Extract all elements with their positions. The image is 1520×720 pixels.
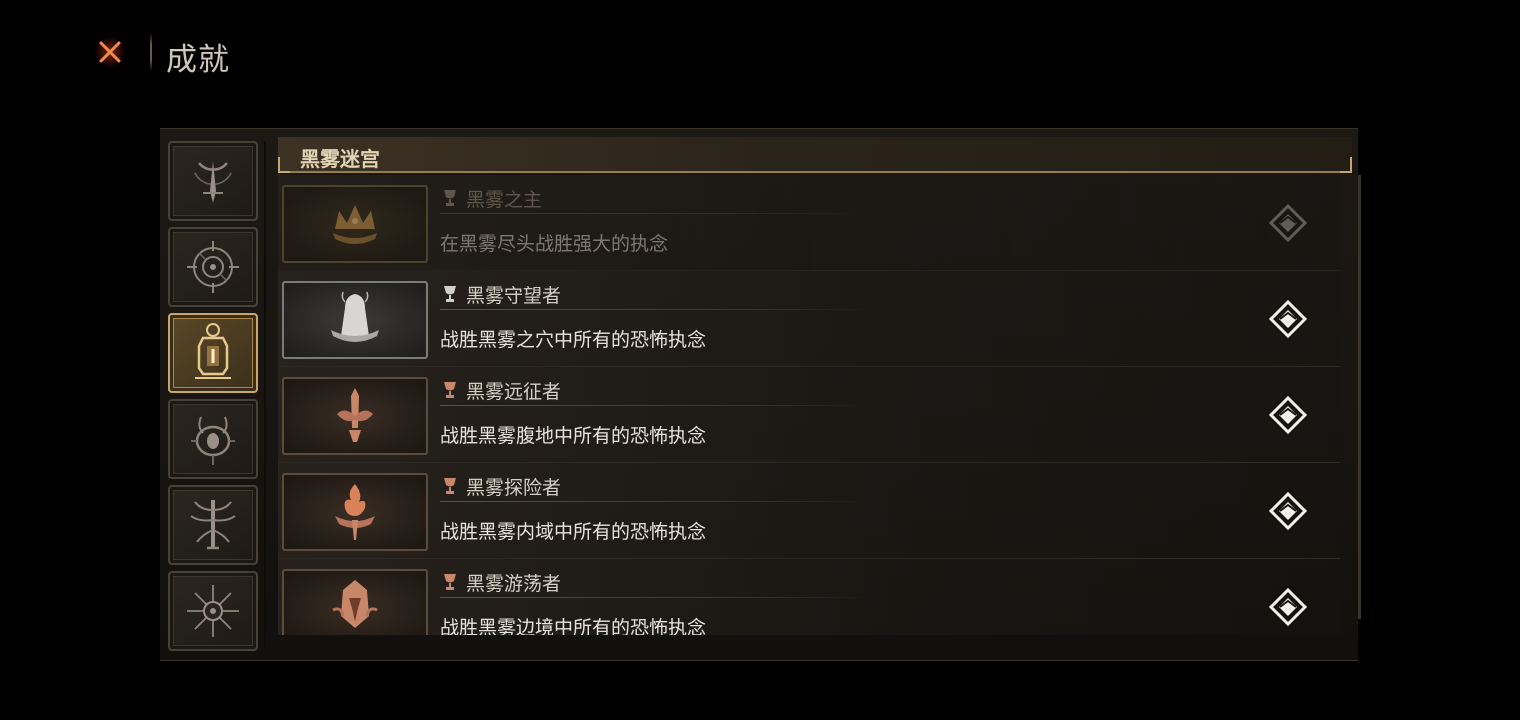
achievement-badge xyxy=(282,473,428,551)
tab-category-3[interactable] xyxy=(168,313,258,393)
name-divider xyxy=(440,597,870,598)
name-divider xyxy=(440,501,870,502)
hooded-figure-icon xyxy=(331,291,379,342)
crown-flame-icon xyxy=(333,205,377,244)
header-divider xyxy=(150,33,152,71)
achievement-row[interactable]: 黑雾探险者 战胜黑雾内域中所有的恐怖执念 xyxy=(278,463,1340,559)
achievement-name: 黑雾守望者 xyxy=(466,285,562,307)
achievement-row[interactable]: 黑雾守望者 战胜黑雾之穴中所有的恐怖执念 xyxy=(278,271,1340,367)
achievements-panel: 黑雾迷宫 黑雾之主 在黑雾尽头战胜强大的执念 黑雾守望者 战胜黑雾之穴中所有的恐… xyxy=(160,128,1361,661)
achievement-badge xyxy=(282,377,428,455)
achievement-description: 在黑雾尽头战胜强大的执念 xyxy=(440,233,669,255)
sword-emblem-icon xyxy=(337,388,373,442)
trophy-cup-icon xyxy=(444,478,456,494)
close-button[interactable] xyxy=(92,34,128,70)
torch-flame-icon xyxy=(335,484,375,540)
achievement-description: 战胜黑雾之穴中所有的恐怖执念 xyxy=(440,329,707,351)
trophy-cup-icon xyxy=(444,190,456,206)
trophy-cup-icon xyxy=(444,382,456,398)
tabs-separator xyxy=(264,141,266,649)
tree-sigil-icon xyxy=(190,500,236,550)
achievement-badge xyxy=(282,569,428,635)
name-divider xyxy=(440,309,870,310)
achievement-badge xyxy=(282,185,428,263)
tab-category-4[interactable] xyxy=(168,399,258,479)
close-x-icon xyxy=(99,41,121,63)
compass-sigil-icon xyxy=(187,241,239,293)
name-divider xyxy=(440,405,870,406)
hooded-mask-icon xyxy=(332,580,378,628)
achievement-description: 战胜黑雾腹地中所有的恐怖执念 xyxy=(440,425,707,447)
achievement-name: 黑雾游荡者 xyxy=(466,573,562,595)
tab-category-6[interactable] xyxy=(168,571,258,651)
achievement-row[interactable]: 黑雾之主 在黑雾尽头战胜强大的执念 xyxy=(278,175,1340,271)
achievement-list[interactable]: 黑雾之主 在黑雾尽头战胜强大的执念 黑雾守望者 战胜黑雾之穴中所有的恐怖执念 黑… xyxy=(278,175,1352,635)
reward-diamond-icon[interactable] xyxy=(1268,587,1308,627)
reward-diamond-icon[interactable] xyxy=(1268,491,1308,531)
achievement-row[interactable]: 黑雾游荡者 战胜黑雾边境中所有的恐怖执念 xyxy=(278,559,1340,635)
reward-diamond-icon[interactable] xyxy=(1268,395,1308,435)
achievement-description: 战胜黑雾边境中所有的恐怖执念 xyxy=(440,617,707,635)
horned-eye-icon xyxy=(191,416,235,465)
achievement-badge xyxy=(282,281,428,359)
list-scrollbar[interactable] xyxy=(1358,175,1361,619)
name-divider xyxy=(440,213,870,214)
section-title: 黑雾迷宫 xyxy=(300,147,380,171)
achievement-name: 黑雾之主 xyxy=(466,189,543,211)
page-title: 成就 xyxy=(166,42,230,78)
tab-category-5[interactable] xyxy=(168,485,258,565)
tab-category-1[interactable] xyxy=(168,141,258,221)
reward-diamond-icon[interactable] xyxy=(1268,299,1308,339)
crescent-blade-icon xyxy=(194,161,232,203)
trophy-cup-icon xyxy=(444,286,456,302)
starburst-rune-icon xyxy=(187,585,239,637)
achievement-row[interactable]: 黑雾远征者 战胜黑雾腹地中所有的恐怖执念 xyxy=(278,367,1340,463)
lantern-icon xyxy=(195,323,231,379)
achievement-name: 黑雾远征者 xyxy=(466,381,562,403)
reward-diamond-icon[interactable] xyxy=(1268,203,1308,243)
tab-category-2[interactable] xyxy=(168,227,258,307)
section-header: 黑雾迷宫 xyxy=(278,137,1352,173)
achievement-description: 战胜黑雾内域中所有的恐怖执念 xyxy=(440,521,707,543)
achievement-name: 黑雾探险者 xyxy=(466,477,562,499)
trophy-cup-icon xyxy=(444,574,456,590)
